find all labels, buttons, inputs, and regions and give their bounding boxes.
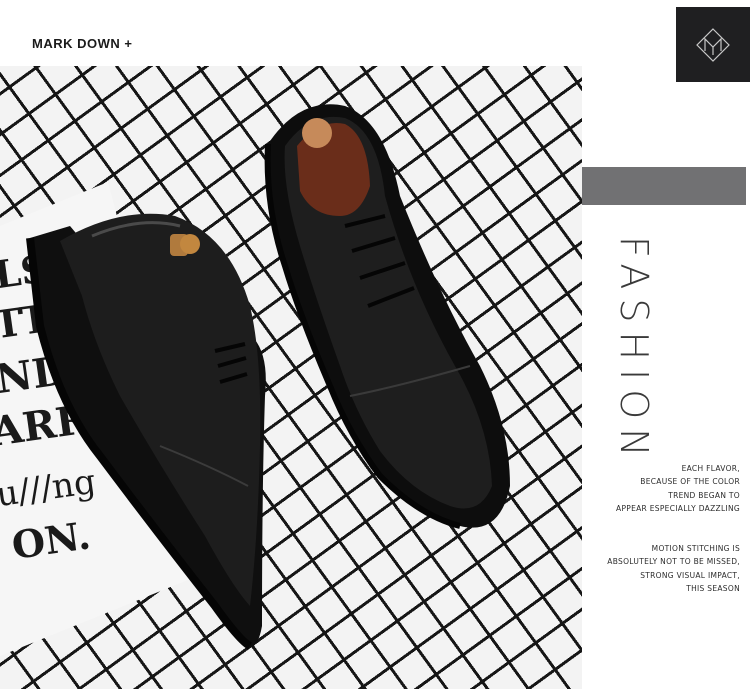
description-line: EACH FLAVOR, — [681, 464, 740, 473]
description-line: APPEAR ESPECIALLY DAZZLING — [616, 503, 740, 513]
vertical-title: FASHION — [612, 236, 656, 466]
description-line: ABSOLUTELY NOT TO BE MISSED, — [607, 557, 740, 567]
brand-title: MARK DOWN + — [32, 36, 133, 51]
description-line: TREND BEGAN TO — [668, 490, 740, 500]
description-line: BECAUSE OF THE COLOR — [640, 477, 740, 487]
logo — [676, 7, 750, 82]
description-paragraph: MOTION STITCHING IS ABSOLUTELY NOT TO BE… — [540, 542, 740, 595]
product-photo: LSI TTL ND ARRA u///ng ON. — [0, 66, 582, 689]
description-line: MOTION STITCHING IS — [651, 544, 740, 553]
description-paragraph: EACH FLAVOR, BECAUSE OF THE COLOR TREND … — [540, 462, 740, 515]
description-line: THIS SEASON — [686, 583, 740, 593]
monogram-logo-icon — [696, 27, 730, 62]
shoe-tree-knob — [302, 118, 332, 148]
accent-bar — [582, 167, 746, 205]
right-shoe — [264, 104, 510, 529]
description-line: STRONG VISUAL IMPACT, — [640, 570, 740, 580]
